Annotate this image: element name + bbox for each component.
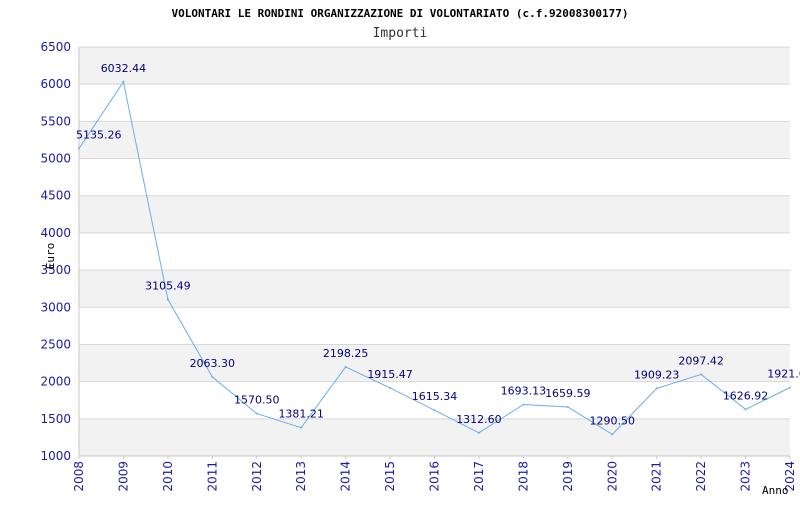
data-label: 5135.26 xyxy=(76,128,122,141)
plot-band xyxy=(79,47,790,85)
data-point xyxy=(122,80,125,83)
y-tick-label: 3000 xyxy=(40,300,71,314)
x-tick-label: 2009 xyxy=(116,461,130,492)
data-label: 2063.30 xyxy=(190,357,236,370)
data-label: 1915.47 xyxy=(367,368,413,381)
x-tick-label: 2022 xyxy=(694,461,708,492)
line-chart: VOLONTARI LE RONDINI ORGANIZZAZIONE DI V… xyxy=(40,7,800,497)
x-tick-label: 2012 xyxy=(250,461,264,492)
data-label: 6032.44 xyxy=(101,62,147,75)
y-tick-label: 5500 xyxy=(40,114,71,128)
x-tick-label: 2018 xyxy=(516,461,530,492)
data-point xyxy=(389,386,392,389)
data-label: 1659.59 xyxy=(545,387,591,400)
data-point xyxy=(655,387,658,390)
data-point xyxy=(78,147,80,150)
data-point xyxy=(255,412,258,415)
x-tick-label: 2014 xyxy=(339,461,353,492)
data-label: 1626.92 xyxy=(723,389,769,402)
data-label: 2097.42 xyxy=(678,354,724,367)
data-point xyxy=(522,403,525,406)
plot-band xyxy=(79,418,790,456)
data-label: 1290.50 xyxy=(590,414,636,427)
y-tick-label: 6000 xyxy=(40,77,71,91)
data-label: 1381.21 xyxy=(278,408,324,421)
data-point xyxy=(344,365,347,368)
plot-band xyxy=(79,195,790,233)
data-point xyxy=(166,298,169,301)
x-tick-label: 2011 xyxy=(205,461,219,492)
data-point xyxy=(700,373,703,376)
x-tick-label: 2017 xyxy=(472,461,486,492)
y-tick-label: 1500 xyxy=(40,412,71,426)
y-tick-label: 2500 xyxy=(40,337,71,351)
x-tick-label: 2023 xyxy=(739,461,753,492)
y-tick-label: 6500 xyxy=(40,40,71,54)
y-tick-label: 2000 xyxy=(40,375,71,389)
data-point xyxy=(744,408,747,411)
data-label: 1615.34 xyxy=(412,390,458,403)
data-label: 1909.23 xyxy=(634,368,680,381)
y-tick-label: 1000 xyxy=(40,449,71,463)
x-tick-label: 2019 xyxy=(561,461,575,492)
x-tick-label: 2020 xyxy=(605,461,619,492)
x-tick-label: 2010 xyxy=(161,461,175,492)
x-axis-ticks: 2008 2009 2010 2011 2012 2013 2014 2015 2016 2017… xyxy=(72,456,797,492)
plot-band xyxy=(79,121,790,159)
data-point xyxy=(477,431,480,434)
chart-title: VOLONTARI LE RONDINI ORGANIZZAZIONE DI V… xyxy=(172,7,629,20)
x-tick-label: 2021 xyxy=(650,461,664,492)
data-label: 2198.25 xyxy=(323,347,369,360)
data-point xyxy=(300,426,303,429)
data-label: 3105.49 xyxy=(145,279,191,292)
data-point xyxy=(433,409,436,412)
chart-subtitle: Importi xyxy=(373,26,428,41)
data-label: 1312.60 xyxy=(456,413,502,426)
data-label: 1570.50 xyxy=(234,394,280,407)
x-tick-label: 2013 xyxy=(294,461,308,492)
data-label: 1693.13 xyxy=(501,384,547,397)
x-axis-label: Anno xyxy=(762,484,789,497)
y-tick-label: 4000 xyxy=(40,226,71,240)
data-label: 1921.68 xyxy=(767,367,800,380)
y-tick-label: 5000 xyxy=(40,152,71,166)
data-point xyxy=(789,386,791,389)
chart: VOLONTARI LE RONDINI ORGANIZZAZIONE DI V… xyxy=(0,0,800,500)
data-point xyxy=(611,433,614,436)
y-tick-label: 4500 xyxy=(40,189,71,203)
data-point xyxy=(211,375,214,378)
x-tick-label: 2016 xyxy=(428,461,442,492)
x-tick-label: 2015 xyxy=(383,461,397,492)
data-point xyxy=(566,405,569,408)
y-axis-label: Euro xyxy=(44,243,57,270)
x-tick-label: 2008 xyxy=(72,461,86,492)
